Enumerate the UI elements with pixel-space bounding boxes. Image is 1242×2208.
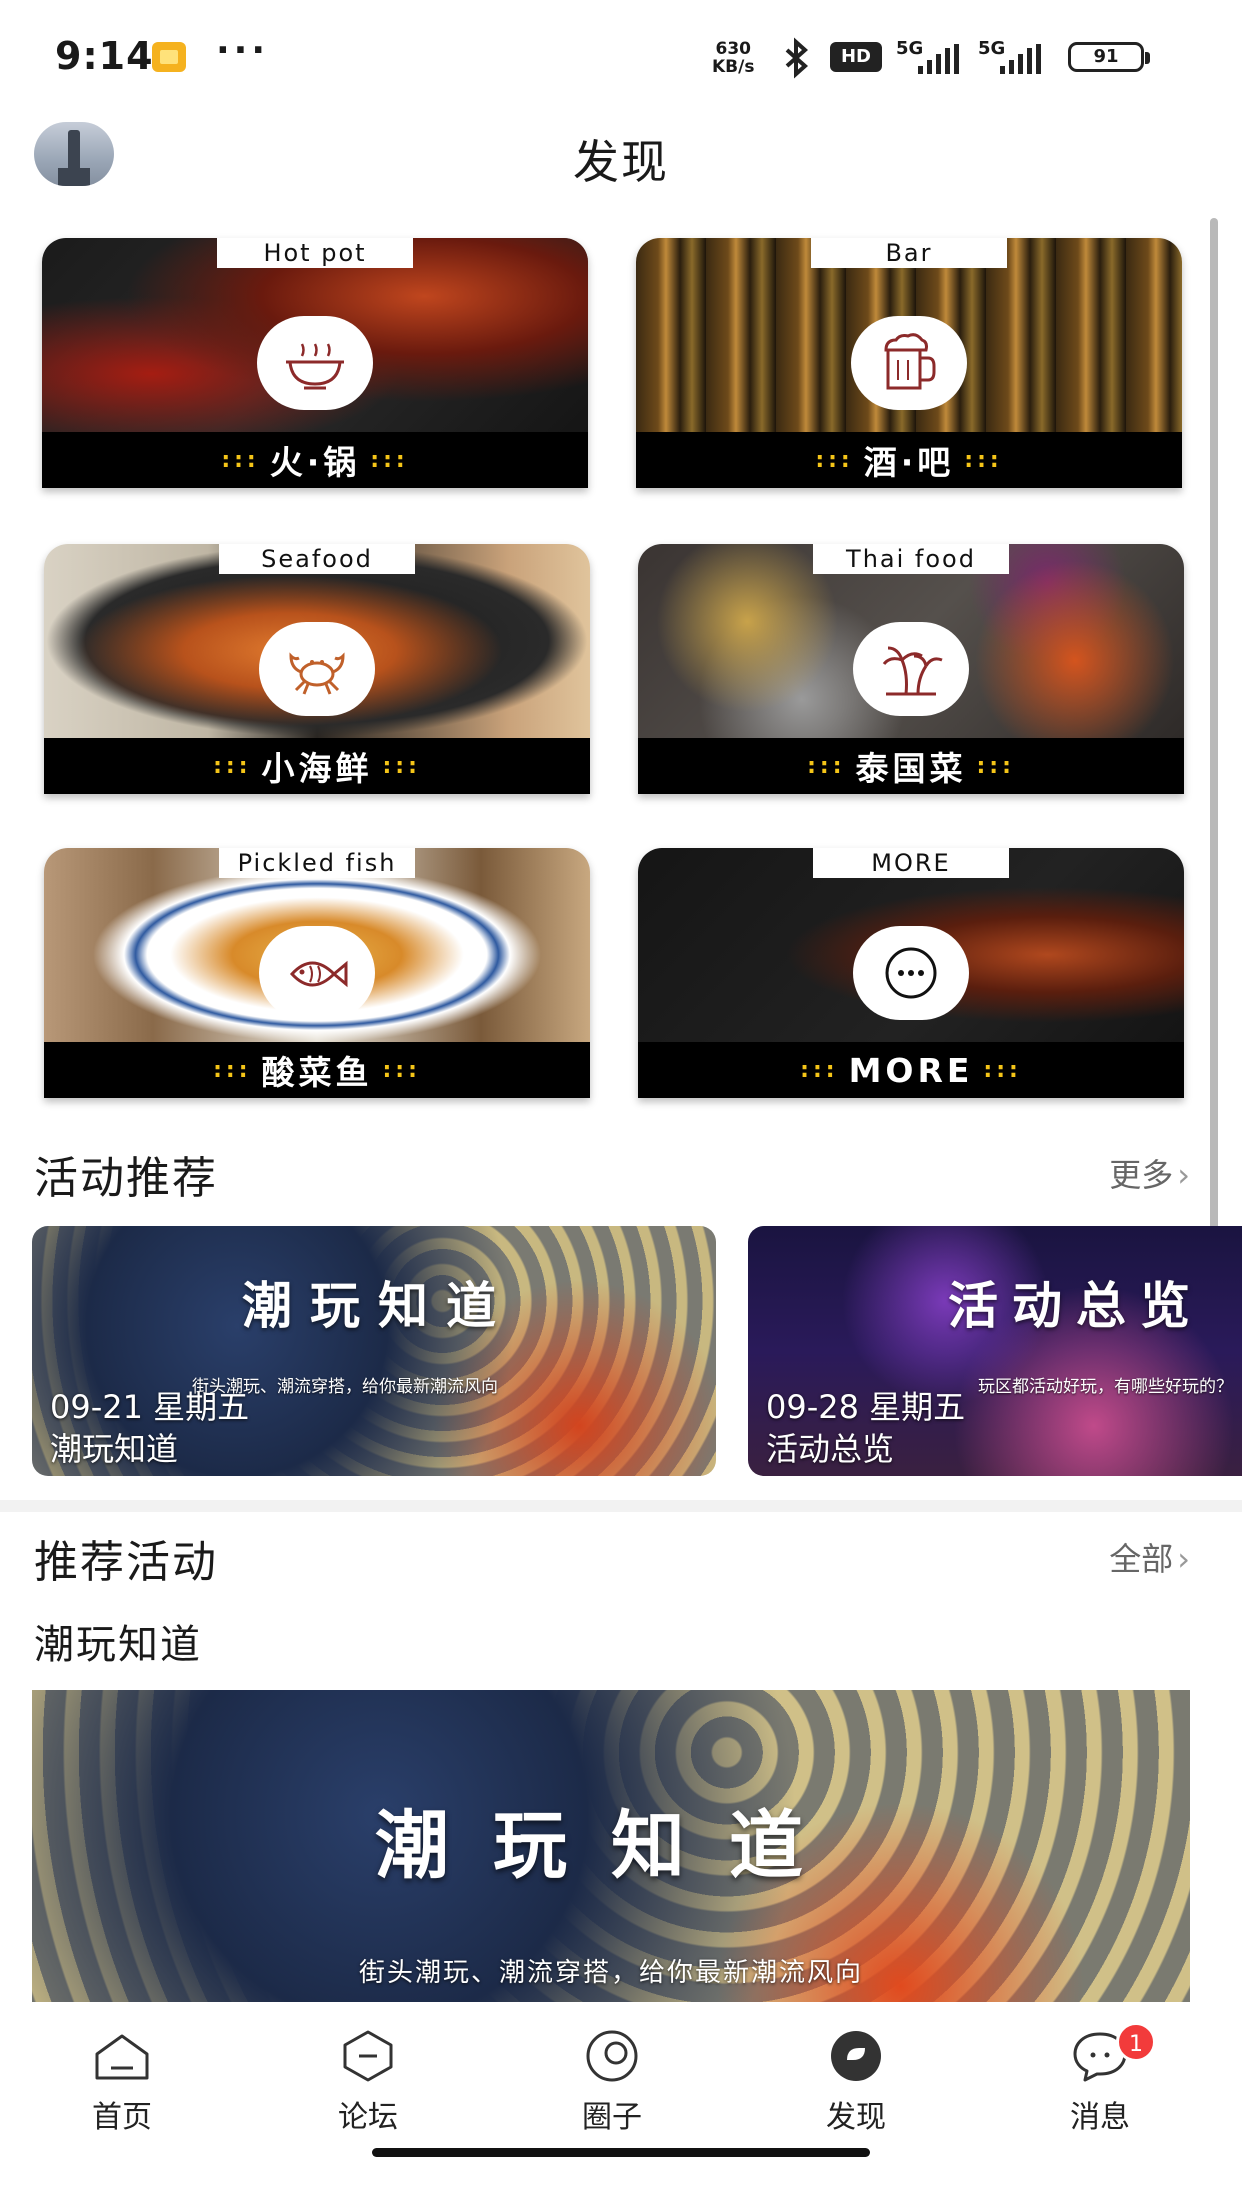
circle-icon	[586, 2030, 638, 2082]
recommend-subtitle: 潮玩知道	[34, 1622, 202, 1668]
more-dots-icon	[853, 926, 969, 1020]
notification-app-icon	[152, 42, 186, 72]
battery-level: 91	[1093, 46, 1119, 67]
activity-card-date: 09-21 星期五	[50, 1388, 250, 1426]
fish-icon	[259, 926, 375, 1020]
status-bar: 9:14 ··· 630 KB/s HD 5G 5G 91	[0, 0, 1242, 110]
category-label: 泰国菜	[855, 749, 967, 788]
category-tag: Thai food	[813, 544, 1009, 574]
category-band: ::: 泰国菜:::	[638, 738, 1184, 794]
home-icon	[95, 2034, 149, 2080]
category-tag: Bar	[811, 238, 1007, 268]
more-notifications-icon: ···	[216, 30, 270, 71]
category-label: 小海鲜	[261, 749, 373, 788]
category-band: ::: 火·锅:::	[42, 432, 588, 488]
banner-headline: 潮玩知道	[375, 1803, 847, 1889]
bluetooth-icon	[785, 37, 809, 79]
activity-card-name: 潮玩知道	[50, 1430, 179, 1468]
network-speed: 630 KB/s	[712, 40, 754, 76]
nav-messages[interactable]: 1 消息	[1020, 2022, 1180, 2136]
nav-label: 论坛	[338, 2100, 398, 2135]
network-speed-value: 630	[715, 39, 751, 59]
category-label: 酸菜鱼	[261, 1053, 373, 1092]
nav-forum[interactable]: 论坛	[288, 2026, 448, 2136]
status-time: 9:14	[55, 34, 154, 78]
category-label: 酒·吧	[863, 443, 955, 482]
category-card-bar[interactable]: Bar ::: 酒·吧:::	[636, 238, 1182, 488]
signal-strength-icon-1: 5G	[896, 38, 976, 74]
scrollbar[interactable]	[1210, 218, 1218, 1250]
battery-icon: 91	[1068, 42, 1150, 72]
bottom-navigation: 首页 论坛 圈子 发现 1 消息	[0, 2002, 1242, 2208]
activity-card-headline: 活动总览	[948, 1277, 1204, 1335]
nav-label: 消息	[1070, 2100, 1130, 2135]
category-tag: MORE	[813, 848, 1009, 878]
nav-label: 圈子	[582, 2100, 642, 2135]
activity-card-name: 活动总览	[766, 1430, 895, 1468]
hotpot-icon	[257, 316, 373, 410]
beer-mug-icon	[851, 316, 967, 410]
activity-section-title: 活动推荐	[34, 1153, 218, 1204]
section-divider	[0, 1500, 1242, 1512]
nav-discover[interactable]: 发现	[776, 2026, 936, 2136]
category-label: 火·锅	[269, 443, 361, 482]
category-tag: Seafood	[219, 544, 415, 574]
nav-label: 首页	[92, 2100, 152, 2135]
category-tag: Pickled fish	[219, 848, 415, 878]
forum-icon	[343, 2030, 393, 2082]
message-count-badge: 1	[1116, 2022, 1156, 2062]
signal-strength-icon-2: 5G	[978, 38, 1058, 74]
crab-icon	[259, 622, 375, 716]
recommend-section-title: 推荐活动	[34, 1537, 218, 1588]
activity-card-2[interactable]: 活动总览 玩区都活动好玩，有哪些好玩的？ 09-28 星期五 活动总览	[748, 1226, 1242, 1476]
category-band: ::: 小海鲜:::	[44, 738, 590, 794]
activity-more-link[interactable]: 更多	[1109, 1150, 1190, 1196]
category-label: MORE	[848, 1050, 974, 1090]
category-band: ::: MORE:::	[638, 1042, 1184, 1098]
discover-icon	[831, 2031, 881, 2081]
category-card-seafood[interactable]: Seafood ::: 小海鲜:::	[44, 544, 590, 794]
network-speed-unit: KB/s	[712, 57, 755, 77]
activity-card-date: 09-28 星期五	[766, 1388, 966, 1426]
banner-subtitle: 街头潮玩、潮流穿搭，给你最新潮流风向	[358, 1958, 863, 1988]
activity-card-1[interactable]: 潮玩知道 街头潮玩、潮流穿搭，给你最新潮流风向 09-21 星期五 潮玩知道	[32, 1226, 716, 1476]
activity-card-headline: 潮玩知道	[242, 1277, 514, 1335]
category-card-hotpot[interactable]: Hot pot ::: 火·锅:::	[42, 238, 588, 488]
activity-card-subtitle: 玩区都活动好玩，有哪些好玩的？	[978, 1377, 1233, 1397]
hd-voice-icon: HD	[830, 42, 882, 72]
category-card-more[interactable]: MORE ::: MORE:::	[638, 848, 1184, 1098]
nav-circle[interactable]: 圈子	[532, 2026, 692, 2136]
category-card-thai-food[interactable]: Thai food ::: 泰国菜:::	[638, 544, 1184, 794]
category-band: ::: 酒·吧:::	[636, 432, 1182, 488]
home-indicator[interactable]	[372, 2148, 870, 2157]
page-title: 发现	[573, 135, 669, 189]
category-card-pickled-fish[interactable]: Pickled fish ::: 酸菜鱼:::	[44, 848, 590, 1098]
hd-label: HD	[840, 46, 871, 67]
category-tag: Hot pot	[217, 238, 413, 268]
nav-home[interactable]: 首页	[42, 2026, 202, 2136]
palm-tree-icon	[853, 622, 969, 716]
recommend-all-link[interactable]: 全部	[1109, 1534, 1190, 1580]
category-band: ::: 酸菜鱼:::	[44, 1042, 590, 1098]
nav-label: 发现	[826, 2100, 886, 2135]
recommend-banner[interactable]: 潮玩知道 街头潮玩、潮流穿搭，给你最新潮流风向	[32, 1690, 1190, 2002]
